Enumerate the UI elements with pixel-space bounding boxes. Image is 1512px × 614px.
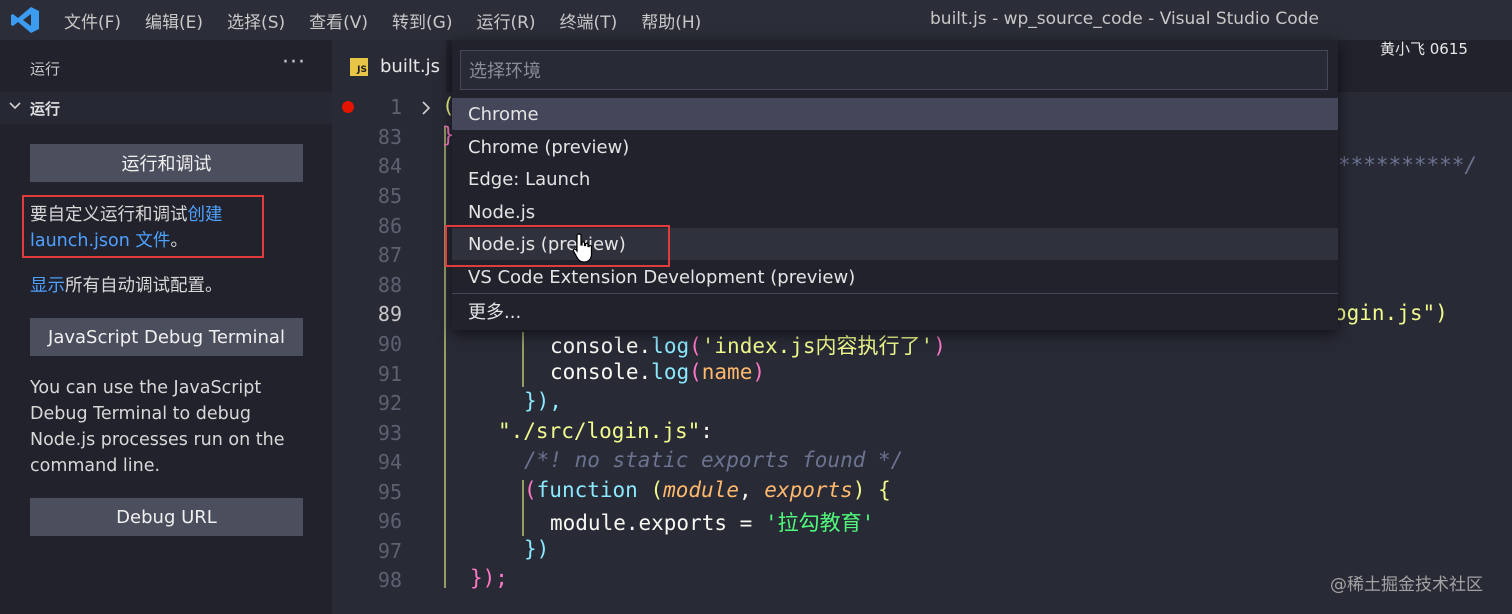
- code-line: console.log('index.js内容执行了'): [550, 334, 946, 358]
- code-line: (function (module, exports) {: [524, 478, 891, 502]
- menu-edit[interactable]: 编辑(E): [145, 8, 203, 33]
- user-tag: 黄小飞 0615: [1380, 40, 1468, 58]
- line-number: 98: [377, 568, 402, 592]
- line-number: 94: [377, 450, 402, 474]
- indent-guide: [444, 126, 446, 588]
- code-line: /*! no static exports found */: [524, 448, 904, 472]
- line-number: 93: [377, 421, 402, 445]
- sidebar-header: 运行: [30, 60, 61, 78]
- line-number: 92: [377, 391, 402, 415]
- run-section-header[interactable]: 运行: [0, 92, 332, 124]
- line-number: 96: [377, 509, 402, 533]
- tab-label: built.js: [380, 56, 440, 77]
- option-chrome-preview[interactable]: Chrome (preview): [452, 131, 1338, 163]
- menu-file[interactable]: 文件(F): [64, 8, 121, 33]
- option-chrome[interactable]: Chrome: [452, 98, 1338, 130]
- debug-url-button[interactable]: Debug URL: [30, 498, 303, 536]
- breakpoint-icon[interactable]: [342, 101, 354, 113]
- line-number: 91: [377, 362, 402, 386]
- code-line: ogin.js"): [1334, 301, 1448, 325]
- line-number: 1: [389, 95, 402, 119]
- watermark: @稀土掘金技术社区: [1330, 575, 1483, 595]
- environment-search-input[interactable]: 选择环境: [460, 50, 1328, 90]
- option-more[interactable]: 更多...: [452, 295, 1338, 327]
- chevron-right-icon[interactable]: [420, 100, 432, 116]
- more-actions-icon[interactable]: ···: [282, 50, 306, 75]
- select-environment-quickpick: 选择环境 Chrome Chrome (preview) Edge: Launc…: [452, 40, 1338, 330]
- show-text: 所有自动调试配置。: [65, 276, 223, 296]
- js-file-icon: JS: [350, 58, 368, 76]
- hand-cursor-icon: [572, 233, 593, 263]
- line-number: 83: [377, 125, 402, 149]
- code-line: module.exports = '拉勾教育': [550, 511, 875, 535]
- highlight-box: [22, 195, 264, 258]
- menu-run[interactable]: 运行(R): [476, 8, 535, 33]
- menu-view[interactable]: 查看(V): [309, 8, 368, 33]
- menu-go[interactable]: 转到(G): [392, 8, 452, 33]
- code-line: }): [524, 537, 550, 561]
- highlight-box: [445, 225, 670, 267]
- line-number: 90: [377, 332, 402, 356]
- code-line: });: [470, 566, 508, 590]
- line-number: 97: [377, 539, 402, 563]
- line-number: 89: [377, 302, 402, 326]
- menu-help[interactable]: 帮助(H): [641, 8, 701, 33]
- js-debug-terminal-button[interactable]: JavaScript Debug Terminal: [30, 318, 303, 356]
- js-debug-description: You can use the JavaScript Debug Termina…: [30, 378, 285, 476]
- line-number: 84: [377, 154, 402, 178]
- code-line: console.log(name): [550, 360, 765, 384]
- code-line: }),: [524, 389, 562, 413]
- chevron-down-icon: [9, 102, 21, 110]
- run-sidebar: 运行 ··· 运行 运行和调试 要自定义运行和调试创建 launch.json 文…: [0, 40, 332, 614]
- title-bar: 文件(F) 编辑(E) 选择(S) 查看(V) 转到(G) 运行(R) 终端(T…: [0, 0, 1512, 40]
- line-number: 88: [377, 273, 402, 297]
- code-line: **********/: [1338, 153, 1478, 177]
- section-title: 运行: [30, 100, 61, 118]
- line-number: 86: [377, 214, 402, 238]
- window-title: built.js - wp_source_code - Visual Studi…: [930, 9, 1319, 29]
- option-edge-launch[interactable]: Edge: Launch: [452, 163, 1338, 195]
- menu-selection[interactable]: 选择(S): [227, 8, 285, 33]
- menu-terminal[interactable]: 终端(T): [560, 8, 618, 33]
- separator: [452, 293, 1338, 294]
- indent-guide: [522, 332, 524, 387]
- vscode-logo-icon: [11, 7, 39, 33]
- line-number: 87: [377, 243, 402, 267]
- code-line: "./src/login.js":: [498, 419, 713, 443]
- option-nodejs[interactable]: Node.js: [452, 196, 1338, 228]
- show-configs-text: 显示所有自动调试配置。: [30, 273, 320, 299]
- show-link[interactable]: 显示: [30, 276, 65, 296]
- line-number: 95: [377, 480, 402, 504]
- run-and-debug-button[interactable]: 运行和调试: [30, 144, 303, 182]
- menu-bar: 文件(F) 编辑(E) 选择(S) 查看(V) 转到(G) 运行(R) 终端(T…: [64, 0, 725, 40]
- line-number: 85: [377, 184, 402, 208]
- tab-built-js[interactable]: JS built.js: [332, 40, 446, 92]
